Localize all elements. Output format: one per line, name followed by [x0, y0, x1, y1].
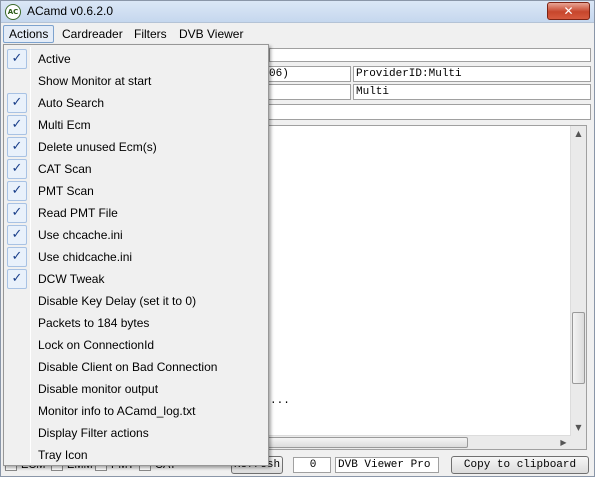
- copy-to-clipboard-button[interactable]: Copy to clipboard: [451, 456, 589, 474]
- checkmark-icon: ✓: [7, 137, 27, 157]
- menu-item-lock-on-connectionid[interactable]: Lock on ConnectionId: [6, 334, 266, 356]
- close-button[interactable]: ✕: [547, 2, 590, 20]
- menu-item-label: Read PMT File: [38, 206, 118, 220]
- dvb-viewer-field: DVB Viewer Pro: [335, 457, 439, 473]
- checkmark-icon: ✓: [7, 159, 27, 179]
- menu-item-show-monitor-at-start[interactable]: Show Monitor at start: [6, 70, 266, 92]
- menu-item-dcw-tweak[interactable]: ✓ DCW Tweak: [6, 268, 266, 290]
- menu-item-label: Multi Ecm: [38, 118, 91, 132]
- menu-item-label: Tray Icon: [38, 448, 88, 462]
- menu-item-label: Active: [38, 52, 71, 66]
- menu-item-disable-monitor-output[interactable]: Disable monitor output: [6, 378, 266, 400]
- title-bar: AC ACamd v0.6.2.0 ✕: [1, 1, 594, 23]
- menu-item-disable-client-on-bad-connection[interactable]: Disable Client on Bad Connection: [6, 356, 266, 378]
- menu-item-label: Packets to 184 bytes: [38, 316, 150, 330]
- menu-cardreader[interactable]: Cardreader: [57, 25, 128, 43]
- menu-item-use-chcache-ini[interactable]: ✓ Use chcache.ini: [6, 224, 266, 246]
- menu-item-label: Use chidcache.ini: [38, 250, 133, 264]
- window-title: ACamd v0.6.2.0: [27, 4, 114, 18]
- scroll-down-icon[interactable]: ▼: [571, 420, 586, 435]
- menu-item-auto-search[interactable]: ✓ Auto Search: [6, 92, 266, 114]
- provider-id-field: ProviderID:Multi: [353, 66, 591, 82]
- menu-item-label: Lock on ConnectionId: [38, 338, 155, 352]
- checkmark-icon: ✓: [7, 49, 27, 69]
- menu-item-cat-scan[interactable]: ✓ CAT Scan: [6, 158, 266, 180]
- scroll-up-icon[interactable]: ▲: [571, 126, 586, 141]
- menu-item-display-filter-actions[interactable]: Display Filter actions: [6, 422, 266, 444]
- menu-item-label: Auto Search: [38, 96, 105, 110]
- provider-name-field: Multi: [353, 84, 591, 100]
- menu-item-label: PMT Scan: [38, 184, 94, 198]
- menu-item-tray-icon[interactable]: Tray Icon: [6, 444, 266, 466]
- menu-item-read-pmt-file[interactable]: ✓ Read PMT File: [6, 202, 266, 224]
- menu-item-active[interactable]: ✓ Active: [6, 48, 266, 70]
- menu-item-label: Use chcache.ini: [38, 228, 123, 242]
- menu-item-label: Show Monitor at start: [38, 74, 152, 88]
- checkmark-icon: ✓: [7, 181, 27, 201]
- checkmark-icon: ✓: [7, 115, 27, 135]
- menu-item-label: Disable monitor output: [38, 382, 159, 396]
- menu-item-multi-ecm[interactable]: ✓ Multi Ecm: [6, 114, 266, 136]
- menu-item-packets-to-184-bytes[interactable]: Packets to 184 bytes: [6, 312, 266, 334]
- vertical-scroll-thumb[interactable]: [572, 312, 585, 384]
- counter-field: 0: [293, 457, 331, 473]
- menu-item-pmt-scan[interactable]: ✓ PMT Scan: [6, 180, 266, 202]
- menu-item-disable-key-delay-set-it-to-0[interactable]: Disable Key Delay (set it to 0): [6, 290, 266, 312]
- checkmark-icon: ✓: [7, 225, 27, 245]
- menu-item-label: DCW Tweak: [38, 272, 105, 286]
- menu-item-use-chidcache-ini[interactable]: ✓ Use chidcache.ini: [6, 246, 266, 268]
- menu-item-label: Monitor info to ACamd_log.txt: [38, 404, 196, 418]
- menu-dvb-viewer[interactable]: DVB Viewer: [174, 25, 248, 43]
- checkmark-icon: ✓: [7, 93, 27, 113]
- menu-item-label: Display Filter actions: [38, 426, 149, 440]
- menu-item-monitor-info-to-acamd-log-txt[interactable]: Monitor info to ACamd_log.txt: [6, 400, 266, 422]
- menu-item-label: CAT Scan: [38, 162, 92, 176]
- app-icon: AC: [5, 4, 21, 20]
- scroll-right-icon[interactable]: ▶: [556, 435, 571, 450]
- status-field-top: [269, 48, 591, 62]
- menu-item-label: Delete unused Ecm(s): [38, 140, 157, 154]
- menu-item-label: Disable Key Delay (set it to 0): [38, 294, 197, 308]
- checkmark-icon: ✓: [7, 203, 27, 223]
- checkmark-icon: ✓: [7, 269, 27, 289]
- menu-bar: Actions Cardreader Filters DVB Viewer: [1, 24, 594, 44]
- vertical-scrollbar[interactable]: ▲ ▼: [570, 126, 586, 449]
- acamd-window: AC ACamd v0.6.2.0 ✕ Actions Cardreader F…: [0, 0, 595, 477]
- menu-item-delete-unused-ecm-s[interactable]: ✓ Delete unused Ecm(s): [6, 136, 266, 158]
- checkmark-icon: ✓: [7, 247, 27, 267]
- menu-item-label: Disable Client on Bad Connection: [38, 360, 218, 374]
- info-field: [233, 104, 591, 120]
- menu-filters[interactable]: Filters: [129, 25, 172, 43]
- actions-dropdown-menu: ✓ Active Show Monitor at start ✓ Auto Search…: [3, 44, 269, 466]
- menu-actions[interactable]: Actions: [3, 25, 55, 43]
